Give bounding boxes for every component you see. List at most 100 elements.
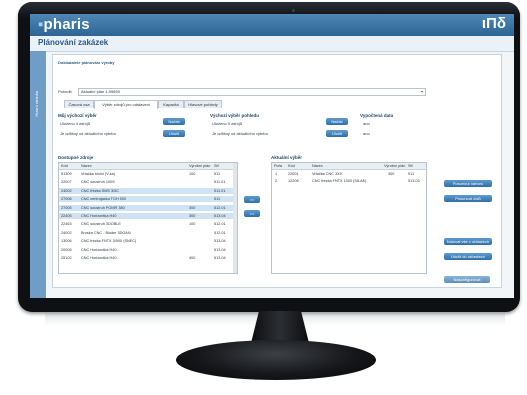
nakonfigurovat-button[interactable]: Nakonfigurovat bbox=[444, 276, 490, 283]
plan-combo-value: Aktuální plán 1-99890 bbox=[81, 89, 120, 94]
cell-kod: 25102 bbox=[61, 256, 72, 260]
table-row[interactable]: 13006 CNC frézka FNTX 3/500 (SNEC) 513.04 bbox=[59, 238, 237, 244]
moj-vyber-line1: Uloženo 4 zdrojů bbox=[60, 121, 91, 126]
cell-kod: 24002 bbox=[61, 230, 72, 235]
aktualni-vyber-title: Aktuální výběr bbox=[271, 155, 303, 160]
posunout-nahoru-button[interactable]: Posunout nahoru bbox=[444, 180, 492, 187]
cell-nazev: CNC soustruh POMR 380 bbox=[81, 205, 125, 210]
vychozi-vyber-line2: Je odlišný od aktuálního výběru bbox=[212, 131, 269, 136]
brand-logo[interactable]: ▪pharis bbox=[38, 16, 90, 33]
cell-kod: 22001 bbox=[288, 172, 299, 176]
moj-vyber-title: Můj výchozí výběr bbox=[58, 113, 97, 118]
brand-right-logo: ιΠδ bbox=[481, 15, 506, 32]
cell-nazev: CNC Horizontka H40 bbox=[81, 247, 117, 252]
tab-casova-osa[interactable]: Časová osa bbox=[64, 100, 94, 108]
table-row[interactable]: 1 22001 Vrtačka CNC 3X0 300 511 bbox=[272, 171, 426, 177]
cell-str: 512.01 bbox=[214, 205, 226, 210]
plan-combo[interactable]: Aktuální plán 1-99890 ▾ bbox=[78, 88, 426, 96]
table-row[interactable]: 27005 CNC soustruh POMR 380 300 512.01 bbox=[59, 204, 237, 211]
cell-plan: 300 bbox=[189, 214, 196, 218]
aktualni-vyber-table: Pořa Kód Název Výrobní plán Stř 1 22001 Vr… bbox=[271, 162, 427, 274]
col-poradi[interactable]: Pořa bbox=[274, 164, 282, 168]
vychozi-vyber-title: Výchozí výběr pohledu bbox=[210, 113, 260, 118]
cell-kod: 27006 bbox=[61, 197, 72, 202]
cell-por: 1 bbox=[275, 172, 278, 176]
cell-kod: 22405 bbox=[61, 214, 72, 218]
table-row[interactable]: 24002 Bruska CNC - Bluder 3DGAN 512.01 bbox=[59, 230, 237, 236]
tab-hlavove-pohledy[interactable]: Hlavové pohledy bbox=[184, 100, 222, 108]
cell-str: 511 bbox=[214, 197, 221, 202]
side-tab-label: Hlavní stránka bbox=[34, 91, 39, 117]
vychozi-ulozit-button[interactable]: Uložit bbox=[326, 130, 348, 137]
cell-por: 2 bbox=[275, 179, 278, 183]
cell-str: 513.03 bbox=[408, 179, 420, 183]
cell-plan: 300 bbox=[388, 172, 395, 176]
cell-nazev: CNC soustruh 3DOBLE bbox=[81, 222, 121, 227]
col-str[interactable]: Stř bbox=[214, 164, 219, 168]
cell-nazev: CNC frézka SMS 3/5C bbox=[81, 188, 119, 193]
table-row[interactable]: 51309 Vrtačka stolní (V-ka) 100 511 bbox=[59, 171, 237, 177]
monitor-stand-base bbox=[176, 340, 376, 380]
col-nazev[interactable]: Název bbox=[81, 164, 92, 168]
table-row[interactable]: 27006 CNC centrujacka TGH 500 511 bbox=[59, 196, 237, 203]
cell-nazev: CNC centrujacka TGH 500 bbox=[81, 197, 127, 202]
vypoctena-data-line1: ano bbox=[363, 121, 370, 126]
table-row[interactable]: 25102 CNC Horizontka H40 400 513.04 bbox=[59, 255, 237, 261]
add-to-selection-button[interactable]: >> bbox=[244, 196, 260, 203]
potvrdit-label: Potvrdit bbox=[58, 89, 72, 94]
vychozi-vyber-line1: Uloženo 0 zdrojů bbox=[212, 121, 243, 126]
table-row[interactable]: 2 12206 CNC frézka FNTX 1000 (SILAE) 513.03 bbox=[272, 178, 426, 184]
cell-kod: 24002 bbox=[61, 188, 72, 193]
cell-str: 513.04 bbox=[214, 247, 226, 252]
cell-kod: 51309 bbox=[61, 172, 72, 176]
vychozi-nacist-button[interactable]: Načíst bbox=[326, 118, 348, 125]
remove-from-selection-button[interactable]: << bbox=[244, 210, 260, 217]
cell-str: 511 bbox=[408, 172, 415, 176]
cell-str: 513.04 bbox=[214, 214, 226, 218]
cell-plan: 400 bbox=[189, 256, 196, 260]
table-row[interactable]: 22405 CNC Horizontka H40 300 513.04 bbox=[59, 213, 237, 219]
side-tab[interactable]: Hlavní stránka bbox=[30, 51, 46, 298]
moj-ulozit-button[interactable]: Uložit bbox=[163, 130, 185, 137]
table-row[interactable]: 24002 CNC frézka SMS 3/5C 511.01 bbox=[59, 187, 237, 194]
cell-kod: 22463 bbox=[61, 222, 72, 227]
cell-str: 511.01 bbox=[214, 180, 226, 185]
moj-nacist-button[interactable]: Načíst bbox=[163, 118, 185, 125]
moj-vyber-line2: Je odlišný od aktuálního výběru bbox=[60, 131, 117, 136]
col-kod[interactable]: Kód bbox=[288, 164, 295, 168]
cell-str: 511 bbox=[214, 172, 221, 176]
cell-nazev: CNC frézka FNTX 3/500 (SNEC) bbox=[81, 239, 137, 244]
nulovat-button[interactable]: Nulovat vše v oblastech bbox=[444, 238, 492, 245]
scrollbar[interactable] bbox=[233, 163, 237, 273]
col-nazev[interactable]: Název bbox=[312, 164, 323, 168]
chevron-down-icon: ▾ bbox=[420, 89, 423, 94]
cell-str: 513.04 bbox=[214, 256, 226, 260]
cell-kod: 20006 bbox=[61, 247, 72, 252]
cell-plan: 300 bbox=[189, 205, 196, 210]
col-plan[interactable]: Výrobní plán bbox=[189, 164, 210, 168]
ulozit-oblasti-button[interactable]: Uložit do oblastech bbox=[444, 253, 492, 260]
vypoctena-data-line2: ano bbox=[363, 131, 370, 136]
page-title: Plánování zakázek bbox=[38, 38, 109, 47]
cell-plan: 100 bbox=[189, 172, 196, 176]
top-bar: ▪pharis ιΠδ bbox=[30, 14, 514, 36]
cell-str: 513.04 bbox=[214, 239, 226, 244]
col-str[interactable]: Stř bbox=[408, 164, 413, 168]
table-row[interactable]: 20006 CNC Horizontka H40 513.04 bbox=[59, 247, 237, 253]
dostupne-zdroje-table: Kód Název Výrobní plán Stř 51309 Vrtačka … bbox=[58, 162, 238, 274]
screen: ▪pharis ιΠδ Plánování zakázek Hlavní str… bbox=[30, 14, 514, 298]
tab-kapacita[interactable]: Kapacita bbox=[158, 100, 184, 108]
cell-nazev: Bruska CNC - Bluder 3DGAN bbox=[81, 230, 131, 235]
table-row[interactable]: 22007 CNC soustruh 100S 511.01 bbox=[59, 179, 237, 185]
tab-vyber-zdroju[interactable]: Výběr zdrojů pro odstavení bbox=[94, 100, 158, 109]
cell-kod: 12206 bbox=[288, 179, 299, 183]
section-label: Dokladatelé plánování výroby bbox=[58, 60, 115, 65]
table-row[interactable]: 22463 CNC soustruh 3DOBLE 100 512.01 bbox=[59, 221, 237, 227]
col-kod[interactable]: Kód bbox=[61, 164, 68, 168]
posunout-dolu-button[interactable]: Posunout dolů bbox=[444, 195, 492, 202]
brand-name: pharis bbox=[43, 16, 90, 33]
cell-str: 512.01 bbox=[214, 230, 226, 235]
cell-str: 511.01 bbox=[214, 188, 226, 193]
col-plan[interactable]: Výrobní plán bbox=[384, 164, 405, 168]
table-header: Pořa Kód Název Výrobní plán Stř bbox=[272, 163, 426, 170]
